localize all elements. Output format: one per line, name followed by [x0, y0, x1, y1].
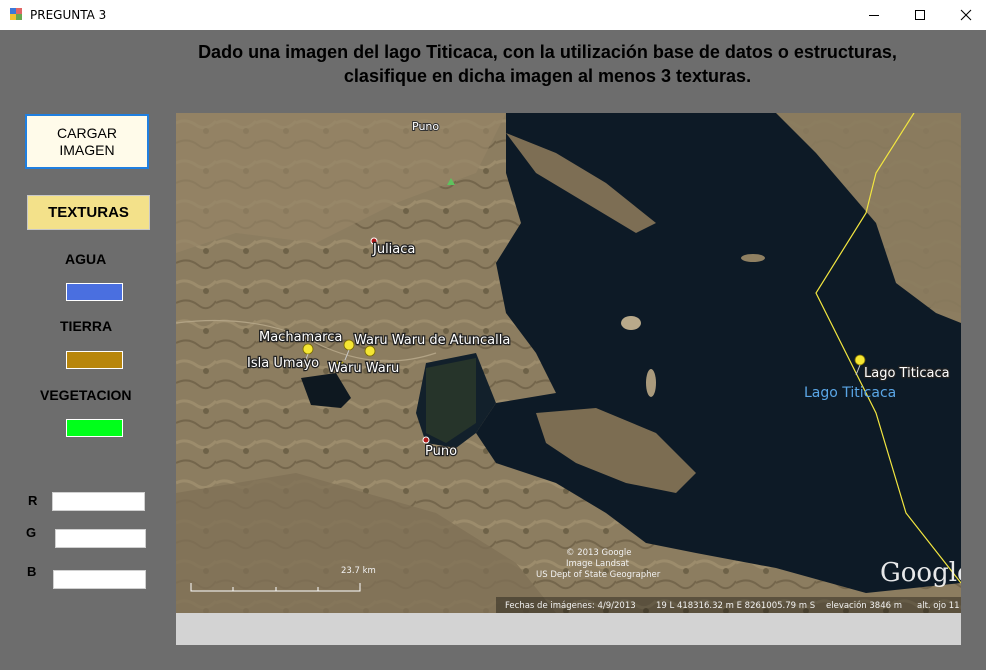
r-input[interactable]	[52, 492, 145, 511]
texture-label-vegetacion: VEGETACION	[40, 387, 132, 403]
g-input[interactable]	[55, 529, 146, 548]
scale-label: 23.7 km	[341, 566, 376, 576]
status-strip	[176, 613, 961, 645]
maximize-button[interactable]	[897, 0, 943, 30]
map-label-puno-top: Puno	[412, 120, 439, 133]
status-elevation: elevación 3846 m	[826, 600, 902, 611]
map-label-machamarca: Machamarca	[259, 330, 342, 345]
title-bar: PREGUNTA 3	[0, 0, 986, 30]
texture-label-tierra: TIERRA	[60, 318, 113, 334]
map-label-puno: Puno	[425, 444, 457, 459]
minimize-icon	[869, 15, 879, 16]
swatch-tierra	[66, 351, 123, 369]
textures-button[interactable]: TEXTURAS	[27, 195, 150, 230]
status-coords: 19 L 418316.32 m E 8261005.79 m S	[656, 601, 815, 611]
b-label: B	[27, 564, 37, 579]
maximize-icon	[915, 10, 925, 20]
copyright-3: US Dept of State Geographer	[536, 570, 661, 580]
texture-label-agua: AGUA	[65, 251, 107, 267]
b-input[interactable]	[53, 570, 146, 589]
close-button[interactable]	[943, 0, 986, 30]
heading-line-2: clasifique en dicha imagen al menos 3 te…	[343, 66, 752, 86]
swatch-agua	[66, 283, 123, 301]
status-date: Fechas de imágenes: 4/9/2013	[505, 601, 636, 611]
map-label-waru-atuncalla: Waru Waru de Atuncalla	[354, 333, 510, 348]
r-label: R	[28, 493, 38, 508]
copyright-2: Image Landsat	[566, 559, 630, 569]
map-canvas: Puno Juliaca Machamarca Waru Waru de Atu…	[176, 113, 961, 613]
status-altitude: alt. ojo 11	[917, 601, 960, 611]
map-label-juliaca: Juliaca	[372, 242, 415, 257]
swatch-vegetacion	[66, 419, 123, 437]
window-title: PREGUNTA 3	[30, 8, 107, 22]
load-image-label-1: CARGAR	[57, 124, 117, 141]
heading-line-1: Dado una imagen del lago Titicaca, con l…	[198, 42, 897, 62]
map-label-isla-umayo: Isla Umayo	[247, 356, 319, 371]
satellite-image[interactable]: Puno Juliaca Machamarca Waru Waru de Atu…	[176, 113, 961, 613]
load-image-label-2: IMAGEN	[59, 141, 115, 158]
copyright-1: © 2013 Google	[566, 548, 632, 558]
map-label-lago: Lago Titicaca	[804, 385, 896, 401]
g-label: G	[26, 525, 37, 540]
app-icon	[10, 8, 22, 20]
question-heading: Dado una imagen del lago Titicaca, con l…	[150, 40, 945, 88]
google-logo: Google	[880, 558, 961, 588]
minimize-button[interactable]	[851, 0, 897, 30]
load-image-button[interactable]: CARGAR IMAGEN	[25, 114, 149, 169]
close-icon	[960, 9, 972, 21]
map-label-lago-pin: Lago Titicaca	[864, 366, 950, 381]
map-label-waru-waru: Waru Waru	[328, 361, 399, 376]
